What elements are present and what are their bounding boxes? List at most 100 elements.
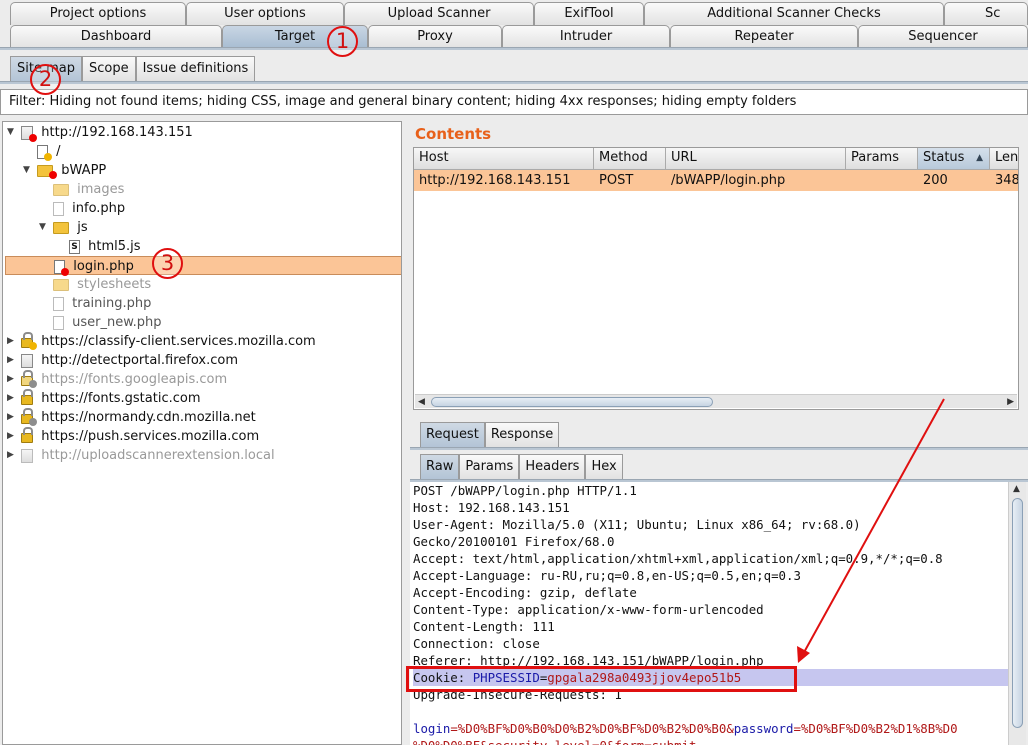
vertical-scrollbar[interactable]: ▲ [1008, 482, 1026, 745]
tree-node-images[interactable]: images [53, 180, 124, 199]
tree-node-label: http://detectportal.firefox.com [41, 353, 239, 368]
header-line: Connection: close [413, 636, 540, 651]
file-icon [37, 144, 52, 161]
expand-arrow-icon[interactable]: ▶ [7, 370, 17, 389]
tab-repeater[interactable]: Repeater [670, 25, 858, 48]
file-icon [54, 259, 70, 276]
tree-node-html5-js[interactable]: S html5.js [69, 237, 141, 256]
raw-request-editor[interactable]: POST /bWAPP/login.php HTTP/1.1 Host: 192… [410, 482, 1008, 745]
annotation-circle-2: 2 [30, 64, 61, 95]
request-line: POST /bWAPP/login.php HTTP/1.1 [413, 483, 637, 498]
header-line: Accept-Language: ru-RU,ru;q=0.8,en-US;q=… [413, 568, 801, 583]
scroll-right-icon[interactable]: ▶ [1007, 395, 1014, 409]
tab-request[interactable]: Request [420, 422, 485, 447]
expand-arrow-icon[interactable]: ▶ [7, 408, 17, 427]
scrollbar-thumb[interactable] [1012, 498, 1023, 728]
expand-arrow-icon[interactable]: ▶ [7, 446, 17, 465]
view-tabs: Raw Params Headers Hex [420, 454, 623, 479]
cell-url: /bWAPP/login.php [671, 173, 786, 188]
scroll-left-icon[interactable]: ◀ [418, 395, 425, 409]
collapse-arrow-icon[interactable]: ▼ [7, 123, 17, 142]
tab-scope[interactable]: Scope [81, 56, 136, 81]
file-icon [53, 296, 64, 311]
filter-bar[interactable]: Filter: Hiding not found items; hiding C… [0, 89, 1028, 115]
tab-exiftool[interactable]: ExifTool [534, 2, 644, 25]
tab-user-options[interactable]: User options [186, 2, 344, 25]
tree-node-label: training.php [72, 296, 152, 311]
tree-node-label: images [77, 182, 125, 197]
table-header: Host Method URL Params Status ▲ Len [414, 148, 1018, 170]
tree-node-push-services[interactable]: ▶ https://push.services.mozilla.com [7, 427, 259, 446]
header-line: Host: 192.168.143.151 [413, 500, 570, 515]
request-tabs-underline [410, 447, 1028, 450]
tree-node-label: bWAPP [61, 163, 107, 178]
expand-arrow-icon[interactable]: ▶ [7, 351, 17, 370]
tree-node-label: js [77, 220, 88, 235]
tab-headers[interactable]: Headers [519, 454, 586, 479]
tab-project-options[interactable]: Project options [10, 2, 186, 25]
table-row[interactable]: http://192.168.143.151 POST /bWAPP/login… [414, 170, 1018, 191]
tab-hex[interactable]: Hex [585, 454, 623, 479]
expand-arrow-icon[interactable]: ▶ [7, 427, 17, 446]
column-length[interactable]: Len [990, 148, 1018, 170]
collapse-arrow-icon[interactable]: ▼ [23, 161, 33, 180]
collapse-arrow-icon[interactable]: ▼ [39, 218, 49, 237]
tree-node-login-php[interactable]: login.php [5, 256, 401, 276]
expand-arrow-icon[interactable]: ▶ [7, 332, 17, 351]
script-file-icon: S [69, 239, 80, 254]
file-icon [53, 315, 64, 330]
tab-response[interactable]: Response [484, 422, 560, 447]
body-line: %D0%D0%BF&security_level=0&form=submit [413, 737, 1008, 745]
horizontal-scrollbar[interactable]: ◀ ▶ [415, 394, 1017, 408]
file-icon [53, 201, 64, 216]
tree-node-label: https://classify-client.services.mozilla… [41, 334, 316, 349]
tree-node-bwapp[interactable]: ▼ bWAPP [23, 161, 106, 180]
folder-icon [37, 164, 58, 179]
expand-arrow-icon[interactable]: ▶ [7, 389, 17, 408]
tree-node-fonts-googleapis[interactable]: ▶ https://fonts.googleapis.com [7, 370, 227, 389]
tree-node-root-file[interactable]: / [37, 142, 61, 161]
cell-host: http://192.168.143.151 [419, 173, 571, 188]
tree-node-info-php[interactable]: info.php [53, 199, 125, 218]
cookie-highlight-box [406, 666, 797, 692]
body-line: login=%D0%BF%D0%B0%D0%B2%D0%BF%D0%B2%D0%… [413, 720, 1008, 737]
tab-proxy[interactable]: Proxy [368, 25, 502, 48]
header-line: User-Agent: Mozilla/5.0 (X11; Ubuntu; Li… [413, 517, 861, 532]
tree-node-label: login.php [73, 259, 134, 274]
scrollbar-thumb[interactable] [431, 397, 713, 407]
annotation-circle-1: 1 [327, 26, 358, 57]
scroll-up-icon[interactable]: ▲ [1013, 484, 1020, 494]
tab-additional-scanner-checks[interactable]: Additional Scanner Checks [644, 2, 944, 25]
tab-dashboard[interactable]: Dashboard [10, 25, 222, 48]
tab-intruder[interactable]: Intruder [502, 25, 670, 48]
tab-scanner-partial[interactable]: Sc [944, 2, 1028, 25]
tab-issue-definitions[interactable]: Issue definitions [135, 56, 256, 81]
column-url[interactable]: URL [666, 148, 846, 170]
lock-icon [21, 370, 38, 388]
tab-sequencer[interactable]: Sequencer [858, 25, 1028, 48]
tree-node-classify-client[interactable]: ▶ https://classify-client.services.mozil… [7, 332, 316, 351]
tree-node-training-php[interactable]: training.php [53, 294, 151, 313]
sort-ascending-icon: ▲ [976, 153, 983, 163]
tree-node-user-new-php[interactable]: user_new.php [53, 313, 162, 332]
tree-node-uploadscannerextension[interactable]: ▶ http://uploadscannerextension.local [7, 446, 275, 465]
tree-node-fonts-gstatic[interactable]: ▶ https://fonts.gstatic.com [7, 389, 201, 408]
tree-node-detectportal[interactable]: ▶ http://detectportal.firefox.com [7, 351, 238, 370]
folder-icon [53, 183, 69, 196]
cell-status: 200 [923, 173, 948, 188]
header-line: Content-Type: application/x-www-form-url… [413, 602, 764, 617]
lock-icon [21, 389, 34, 405]
tab-params[interactable]: Params [459, 454, 520, 479]
tab-upload-scanner[interactable]: Upload Scanner [344, 2, 534, 25]
column-host[interactable]: Host [414, 148, 594, 170]
tree-node-host[interactable]: ▼ http://192.168.143.151 [7, 123, 193, 142]
column-status[interactable]: Status ▲ [918, 148, 990, 170]
column-method[interactable]: Method [594, 148, 666, 170]
tree-node-label: / [56, 144, 61, 159]
column-params[interactable]: Params [846, 148, 918, 170]
tab-raw[interactable]: Raw [420, 454, 460, 479]
tree-node-normandy[interactable]: ▶ https://normandy.cdn.mozilla.net [7, 408, 256, 427]
tree-node-stylesheets[interactable]: stylesheets [53, 275, 151, 294]
param-name: password [733, 721, 794, 736]
tree-node-js[interactable]: ▼ js [39, 218, 88, 237]
